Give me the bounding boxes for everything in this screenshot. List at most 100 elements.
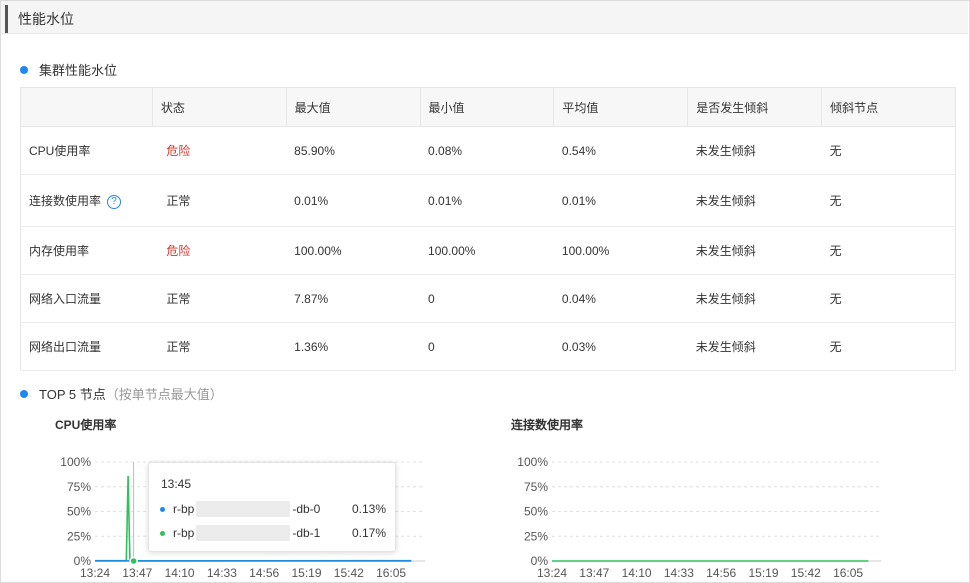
table-row: 连接数使用率? 正常 0.01% 0.01% 0.01% 未发生倾斜 无 [20, 174, 956, 227]
metric-name-cell: 连接数使用率? [20, 174, 153, 227]
column-header: 最小值 [419, 87, 555, 127]
redacted-mask [196, 525, 291, 541]
status-cell: 正常 [152, 322, 287, 371]
min-cell: 0.01% [420, 174, 554, 227]
redacted-mask [196, 501, 291, 517]
y-tick-label: 75% [67, 480, 91, 494]
avg-cell: 0.03% [553, 322, 688, 371]
x-tick-label: 15:42 [791, 566, 821, 580]
x-tick-label: 14:56 [249, 566, 279, 580]
x-tick-label: 14:10 [165, 566, 195, 580]
tooltip-time: 13:45 [161, 477, 192, 491]
tooltip-value: 0.17% [351, 526, 386, 540]
tooltip-row: r-bp -db-1 0.17% [160, 525, 386, 541]
section-title-cluster: 集群性能水位 [20, 60, 117, 79]
max-cell: 85.90% [286, 126, 421, 175]
tooltip-value: 0.13% [351, 502, 386, 516]
skew-node-cell: 无 [821, 174, 956, 227]
status-cell: 正常 [152, 274, 287, 323]
avg-cell: 0.54% [553, 126, 688, 175]
x-tick-label: 14:33 [664, 566, 694, 580]
column-header: 是否发生倾斜 [687, 87, 823, 127]
metric-name: 网络出口流量 [20, 322, 153, 371]
y-tick-label: 100% [517, 455, 548, 469]
x-tick-label: 16:05 [833, 566, 863, 580]
min-cell: 0 [420, 322, 554, 371]
x-tick-label: 15:42 [334, 566, 364, 580]
metric-name: 连接数使用率 [29, 194, 102, 208]
y-tick-label: 50% [67, 505, 91, 519]
connection-usage-chart[interactable]: 100%75%50%25%0%13:24 13:47 14:10 14:33 14:56… [456, 440, 896, 583]
table-row: 网络出口流量 正常 1.36% 0 0.03% 未发生倾斜 无 [20, 322, 956, 371]
min-cell: 0 [420, 274, 554, 323]
chart-tooltip: 13:45 r-bp -db-0 0.13% r-bp -db-1 0.17% [148, 462, 396, 552]
bullet-dot-icon [20, 389, 28, 398]
section-title-text: 集群性能水位 [39, 63, 118, 78]
x-tick-label: 13:24 [80, 566, 110, 580]
max-cell: 7.87% [286, 274, 421, 323]
metric-name: CPU使用率 [20, 126, 153, 175]
header-accent-bar [5, 5, 8, 33]
table-row: 网络入口流量 正常 7.87% 0 0.04% 未发生倾斜 无 [20, 274, 956, 323]
x-tick-label: 16:05 [376, 566, 406, 580]
x-tick-label: 14:33 [207, 566, 237, 580]
y-tick-label: 50% [524, 505, 548, 519]
status-cell: 正常 [152, 174, 287, 227]
tooltip-node-suffix: -db-1 [292, 526, 321, 540]
panel-title: 性能水位 [18, 11, 74, 27]
hover-point [129, 556, 138, 566]
series-dot-icon [160, 506, 165, 512]
performance-table: 状态 最大值 最小值 平均值 是否发生倾斜 倾斜节点 CPU使用率 危险 85.… [20, 87, 956, 371]
skew-node-cell: 无 [821, 126, 956, 175]
skew-node-cell: 无 [821, 322, 956, 371]
skew-cell: 未发生倾斜 [687, 274, 822, 323]
max-cell: 100.00% [286, 226, 421, 275]
tooltip-node-prefix: r-bp [173, 502, 195, 516]
bullet-dot-icon [20, 65, 28, 74]
skew-cell: 未发生倾斜 [687, 226, 822, 275]
x-tick-label: 14:10 [622, 566, 652, 580]
status-cell: 危险 [152, 126, 287, 175]
section-title-top5: TOP 5 节点 （按单节点最大值） [20, 384, 223, 403]
tooltip-node-prefix: r-bp [173, 526, 195, 540]
x-tick-label: 15:19 [291, 566, 321, 580]
question-circle-icon[interactable]: ? [107, 194, 122, 209]
max-cell: 0.01% [286, 174, 421, 227]
y-tick-label: 100% [60, 455, 91, 469]
y-tick-label: 75% [524, 480, 548, 494]
metric-name: 内存使用率 [20, 226, 153, 275]
table-row: 内存使用率 危险 100.00% 100.00% 100.00% 未发生倾斜 无 [20, 226, 956, 275]
x-tick-label: 13:24 [537, 566, 567, 580]
skew-node-cell: 无 [821, 226, 956, 275]
table-header-row: 状态 最大值 最小值 平均值 是否发生倾斜 倾斜节点 [20, 87, 956, 127]
tooltip-node-suffix: -db-0 [292, 502, 321, 516]
avg-cell: 0.04% [553, 274, 688, 323]
panel-header: 性能水位 [1, 1, 968, 34]
column-header: 最大值 [285, 87, 421, 127]
series-dot-icon [160, 530, 165, 536]
skew-cell: 未发生倾斜 [687, 174, 822, 227]
avg-cell: 100.00% [553, 226, 688, 275]
max-cell: 1.36% [286, 322, 421, 371]
chart-title-connections: 连接数使用率 [511, 418, 584, 432]
skew-cell: 未发生倾斜 [687, 126, 822, 175]
metric-name: 网络入口流量 [20, 274, 153, 323]
y-tick-label: 25% [524, 529, 548, 543]
skew-cell: 未发生倾斜 [687, 322, 822, 371]
avg-cell: 0.01% [553, 174, 688, 227]
min-cell: 100.00% [420, 226, 554, 275]
column-header: 状态 [151, 87, 287, 127]
y-tick-label: 25% [67, 529, 91, 543]
section-title-text: TOP 5 节点 [39, 387, 106, 402]
tooltip-row: r-bp -db-0 0.13% [160, 501, 386, 517]
x-tick-label: 15:19 [748, 566, 778, 580]
column-header: 倾斜节点 [821, 87, 956, 127]
chart-title-cpu: CPU使用率 [55, 418, 117, 432]
skew-node-cell: 无 [821, 274, 956, 323]
table-row: CPU使用率 危险 85.90% 0.08% 0.54% 未发生倾斜 无 [20, 126, 956, 175]
x-tick-label: 13:47 [579, 566, 609, 580]
column-header [20, 87, 153, 127]
column-header: 平均值 [553, 87, 689, 127]
section-subtitle: （按单节点最大值） [105, 387, 223, 402]
x-tick-label: 13:47 [122, 566, 152, 580]
